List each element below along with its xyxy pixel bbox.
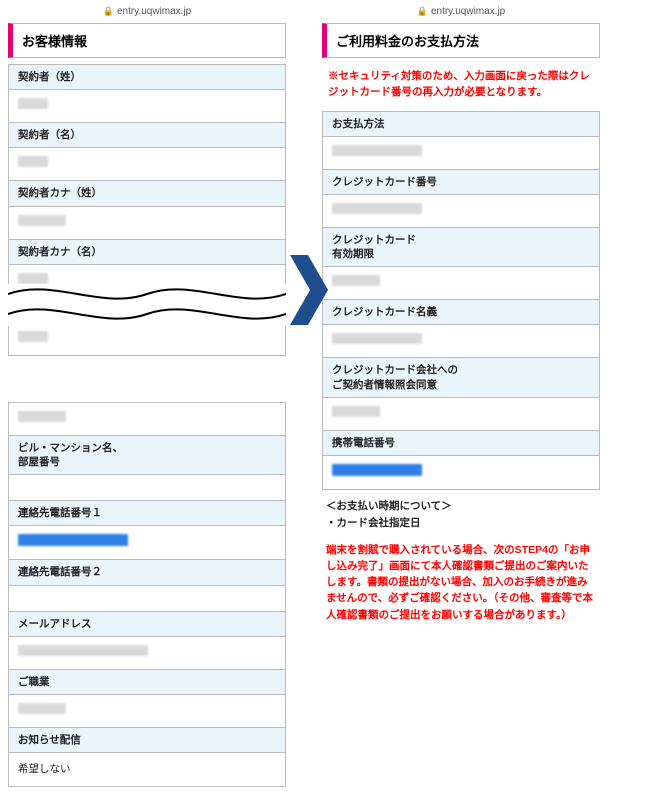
field-label: クレジットカード会社への ご契約者情報照会同意	[323, 358, 599, 397]
field-value	[9, 148, 285, 181]
field-label: お知らせ配信	[9, 728, 285, 753]
field-value	[323, 195, 599, 228]
next-arrow-icon	[290, 255, 328, 330]
field-label: 契約者（姓）	[9, 65, 285, 90]
field-label: 連絡先電話番号２	[9, 560, 285, 585]
note-line: ＜お支払い時期について＞	[326, 498, 596, 515]
field-value	[9, 637, 285, 670]
field-label: クレジットカード名義	[323, 300, 599, 325]
field-value	[323, 137, 599, 170]
field-value	[323, 398, 599, 431]
field-value	[9, 526, 285, 560]
field-value	[323, 267, 599, 300]
note-line: ・カード会社指定日	[326, 515, 596, 532]
lock-icon: 🔒	[103, 6, 114, 16]
field-label: 連絡先電話番号１	[9, 501, 285, 526]
field-value	[9, 403, 285, 436]
url-text: entry.uqwimax.jp	[117, 6, 191, 17]
field-value	[9, 90, 285, 123]
field-label: クレジットカード番号	[323, 170, 599, 195]
lock-icon: 🔒	[417, 6, 428, 16]
security-warning: ※セキュリティ対策のため、入力画面に戻った際はクレジットカード番号の再入力が必要…	[322, 64, 600, 111]
payment-method-screen: 🔒entry.uqwimax.jp ご利用料金のお支払方法 ※セキュリティ対策の…	[322, 4, 600, 787]
customer-info-screen: 🔒entry.uqwimax.jp お客様情報 契約者（姓） 契約者（名） 契約…	[8, 4, 286, 787]
field-label: 契約者カナ（名）	[9, 240, 285, 265]
field-label: クレジットカード 有効期限	[323, 228, 599, 267]
address-bar: 🔒entry.uqwimax.jp	[322, 4, 600, 23]
field-value: 希望しない	[9, 753, 285, 787]
field-label: ご職業	[9, 670, 285, 695]
section-title-payment: ご利用料金のお支払方法	[322, 23, 600, 58]
field-value	[9, 695, 285, 728]
field-value	[9, 323, 285, 356]
field-value	[9, 475, 285, 501]
field-value	[323, 456, 599, 490]
section-title-customer: お客様情報	[8, 23, 286, 58]
address-bar: 🔒entry.uqwimax.jp	[8, 4, 286, 23]
field-label: 契約者カナ（姓）	[9, 181, 285, 206]
field-value	[9, 586, 285, 612]
field-value	[323, 325, 599, 358]
payment-card: お支払方法 クレジットカード番号 クレジットカード 有効期限 クレジットカード名…	[322, 111, 600, 490]
customer-card-bottom: ビル・マンション名、 部屋番号 連絡先電話番号１ 連絡先電話番号２ メールアドレ…	[8, 402, 286, 787]
torn-break-graphic	[8, 284, 286, 326]
field-label: ビル・マンション名、 部屋番号	[9, 436, 285, 475]
field-label: メールアドレス	[9, 612, 285, 637]
field-label: お支払方法	[323, 112, 599, 137]
field-label: 契約者（名）	[9, 123, 285, 148]
url-text: entry.uqwimax.jp	[431, 6, 505, 17]
field-value	[9, 207, 285, 240]
installment-warning: 端末を割賦で購入されている場合、次のSTEP4の「お申し込み完了」画面にて本人確…	[322, 536, 600, 629]
field-label: 携帯電話番号	[323, 431, 599, 456]
payment-timing-note: ＜お支払い時期について＞ ・カード会社指定日	[322, 490, 600, 536]
